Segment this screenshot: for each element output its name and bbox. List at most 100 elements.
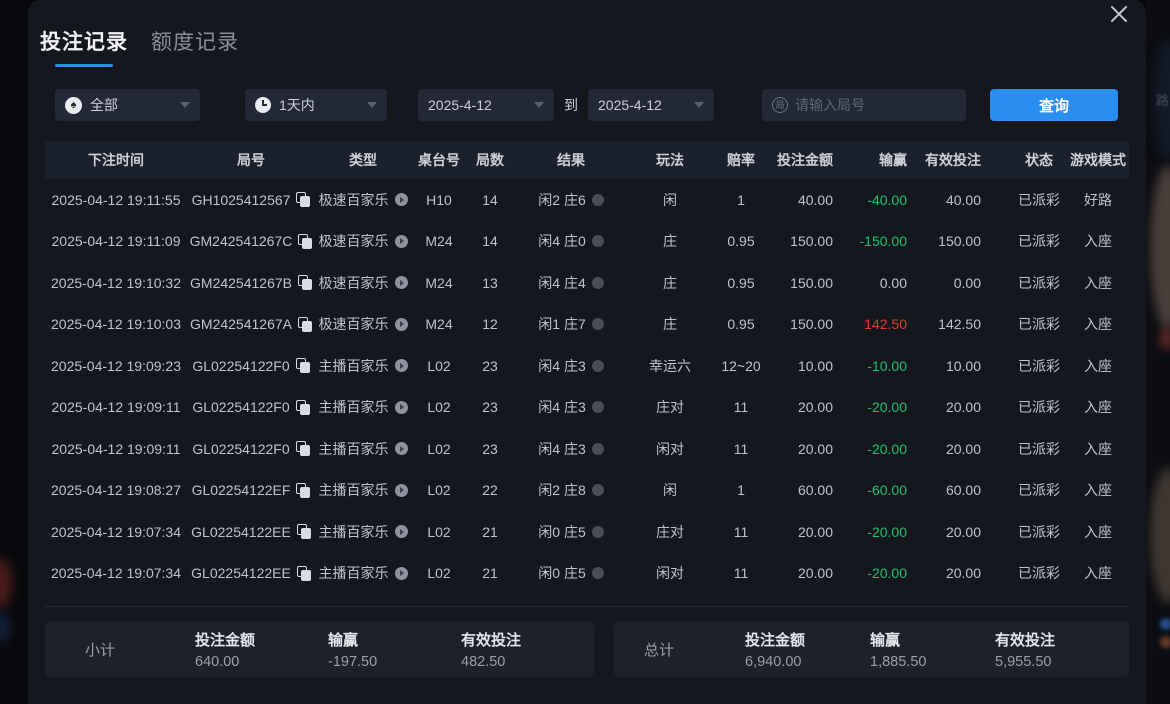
round-number-input[interactable]: 请输入局号 bbox=[762, 89, 966, 121]
cell-bet-amount: 150.00 bbox=[771, 233, 855, 249]
copy-icon[interactable] bbox=[296, 192, 310, 207]
copy-icon[interactable] bbox=[297, 566, 311, 581]
game-video-icon[interactable] bbox=[395, 235, 408, 248]
header-bet-time: 下注时间 bbox=[45, 150, 187, 170]
cell-bet-amount: 20.00 bbox=[771, 399, 855, 415]
tab-bet-records[interactable]: 投注记录 bbox=[40, 26, 128, 67]
cell-odds: 1 bbox=[711, 482, 771, 498]
cell-round-id: GL02254122F0 bbox=[187, 399, 315, 415]
round-number-placeholder: 请输入局号 bbox=[795, 95, 865, 115]
round-number-icon bbox=[772, 97, 788, 113]
result-info-icon[interactable] bbox=[592, 277, 604, 289]
result-info-icon[interactable] bbox=[592, 401, 604, 413]
cell-round-count: 21 bbox=[467, 565, 513, 581]
result-info-icon[interactable] bbox=[592, 443, 604, 455]
cell-bet-time: 2025-04-12 19:10:32 bbox=[45, 275, 187, 291]
cell-win-loss: -60.00 bbox=[855, 482, 931, 498]
copy-icon[interactable] bbox=[298, 317, 312, 332]
cell-win-loss: -20.00 bbox=[855, 399, 931, 415]
cell-play-type: 庄 bbox=[629, 231, 711, 251]
game-video-icon[interactable] bbox=[395, 318, 408, 331]
cell-valid-bet: 60.00 bbox=[931, 482, 1011, 498]
subtotal-bet-label: 投注金额 bbox=[195, 629, 328, 650]
tab-quota-records[interactable]: 额度记录 bbox=[151, 26, 239, 56]
game-video-icon[interactable] bbox=[395, 359, 408, 372]
query-button[interactable]: 查询 bbox=[990, 89, 1118, 121]
cell-table-no: L02 bbox=[411, 524, 467, 540]
date-to-select[interactable]: 2025-4-12 bbox=[588, 89, 714, 121]
header-game-type: 类型 bbox=[315, 150, 411, 170]
result-info-icon[interactable] bbox=[592, 318, 604, 330]
close-icon[interactable] bbox=[1105, 0, 1133, 28]
cell-round-id: GM242541267C bbox=[187, 233, 315, 249]
active-tab-underline bbox=[55, 64, 113, 67]
date-from-select[interactable]: 2025-4-12 bbox=[418, 89, 554, 121]
header-status: 状态 bbox=[1011, 150, 1067, 170]
total-win-label: 输赢 bbox=[870, 629, 995, 650]
game-type-select[interactable]: 全部 bbox=[55, 89, 200, 121]
background-blob bbox=[1160, 328, 1170, 350]
cell-bet-time: 2025-04-12 19:07:34 bbox=[45, 565, 187, 581]
copy-icon[interactable] bbox=[298, 234, 312, 249]
header-valid-bet: 有效投注 bbox=[931, 150, 1011, 170]
cell-table-no: H10 bbox=[411, 192, 467, 208]
background-edge-text: 路 bbox=[1156, 90, 1169, 109]
cell-play-type: 庄对 bbox=[629, 397, 711, 417]
cell-round-id: GL02254122F0 bbox=[187, 441, 315, 457]
cell-table-no: L02 bbox=[411, 399, 467, 415]
cell-table-no: L02 bbox=[411, 482, 467, 498]
game-video-icon[interactable] bbox=[395, 193, 408, 206]
cell-bet-amount: 150.00 bbox=[771, 275, 855, 291]
copy-icon[interactable] bbox=[297, 524, 311, 539]
cell-odds: 12~20 bbox=[711, 358, 771, 374]
cell-odds: 0.95 bbox=[711, 275, 771, 291]
total-valid-label: 有效投注 bbox=[995, 629, 1120, 650]
result-info-icon[interactable] bbox=[592, 484, 604, 496]
filter-bar: 全部 1天内 2025-4-12 到 2025-4-12 请输入局号 查询 bbox=[28, 89, 1146, 121]
header-round-id: 局号 bbox=[187, 150, 315, 170]
cell-bet-amount: 10.00 bbox=[771, 358, 855, 374]
table-row: 2025-04-12 19:09:11 GL02254122F0 主播百家乐 L… bbox=[45, 387, 1129, 429]
copy-icon[interactable] bbox=[296, 358, 310, 373]
game-video-icon[interactable] bbox=[395, 401, 408, 414]
result-info-icon[interactable] bbox=[592, 360, 604, 372]
cell-round-count: 13 bbox=[467, 275, 513, 291]
result-info-icon[interactable] bbox=[592, 567, 604, 579]
copy-icon[interactable] bbox=[296, 441, 310, 456]
cell-status: 已派彩 bbox=[1011, 314, 1067, 334]
header-table-no: 桌台号 bbox=[411, 150, 467, 170]
cell-round-count: 14 bbox=[467, 233, 513, 249]
cell-bet-time: 2025-04-12 19:09:11 bbox=[45, 399, 187, 415]
round-id-text: GL02254122F0 bbox=[192, 399, 289, 415]
game-video-icon[interactable] bbox=[395, 525, 408, 538]
time-range-select[interactable]: 1天内 bbox=[245, 89, 387, 121]
copy-icon[interactable] bbox=[298, 275, 312, 290]
result-text: 闲4 庄3 bbox=[538, 356, 585, 376]
result-info-icon[interactable] bbox=[592, 526, 604, 538]
cell-odds: 11 bbox=[711, 565, 771, 581]
game-video-icon[interactable] bbox=[395, 567, 408, 580]
cell-bet-time: 2025-04-12 19:08:27 bbox=[45, 482, 187, 498]
copy-icon[interactable] bbox=[296, 483, 310, 498]
header-result: 结果 bbox=[513, 150, 629, 170]
cell-game-type: 主播百家乐 bbox=[315, 563, 411, 583]
subtotal-valid-stat: 有效投注 482.50 bbox=[461, 629, 594, 670]
game-type-text: 极速百家乐 bbox=[319, 231, 389, 251]
result-text: 闲2 庄8 bbox=[538, 480, 585, 500]
game-video-icon[interactable] bbox=[395, 276, 408, 289]
game-video-icon[interactable] bbox=[395, 442, 408, 455]
cell-win-loss: 0.00 bbox=[855, 275, 931, 291]
cell-game-mode: 入座 bbox=[1067, 273, 1129, 293]
result-info-icon[interactable] bbox=[592, 194, 604, 206]
game-video-icon[interactable] bbox=[395, 484, 408, 497]
background-blob bbox=[0, 612, 10, 642]
cell-bet-time: 2025-04-12 19:09:23 bbox=[45, 358, 187, 374]
total-valid-stat: 有效投注 5,955.50 bbox=[995, 629, 1120, 670]
copy-icon[interactable] bbox=[296, 400, 310, 415]
result-info-icon[interactable] bbox=[592, 235, 604, 247]
cell-win-loss: 142.50 bbox=[855, 316, 931, 332]
round-id-text: GH1025412567 bbox=[192, 192, 291, 208]
round-id-text: GL02254122EE bbox=[191, 524, 291, 540]
background-right-strip: 路 bbox=[1146, 0, 1170, 704]
total-valid-value: 5,955.50 bbox=[995, 654, 1120, 670]
